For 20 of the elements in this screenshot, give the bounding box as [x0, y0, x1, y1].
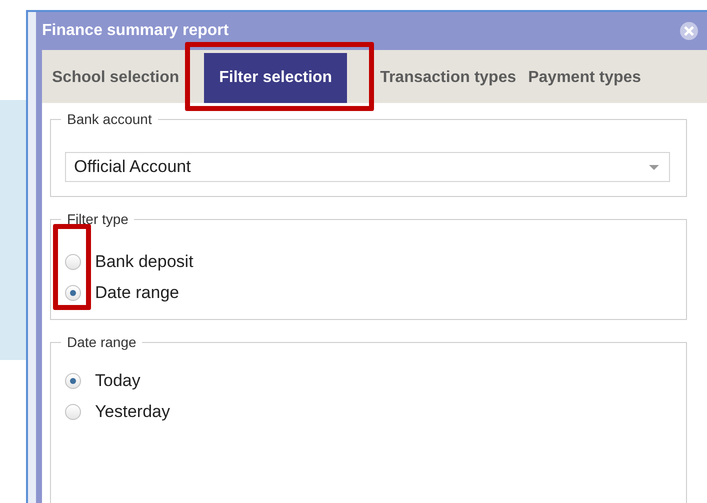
close-icon[interactable] — [679, 21, 699, 41]
radio-label: Today — [95, 371, 140, 391]
radio-label: Date range — [95, 283, 180, 303]
radio-button[interactable] — [65, 254, 81, 270]
tab[interactable]: School selection — [46, 53, 186, 103]
fieldset-legend: Date range — [61, 334, 142, 350]
radio-button[interactable] — [65, 373, 81, 389]
radio-button[interactable] — [65, 404, 81, 420]
caret-icon — [649, 164, 659, 170]
tab[interactable]: Transaction types — [374, 53, 522, 103]
fieldset-legend: Bank account — [61, 111, 158, 127]
radio-button[interactable] — [65, 285, 81, 301]
tab[interactable]: Filter selection — [204, 53, 348, 103]
dropdown-value: Official Account — [74, 157, 191, 177]
tab[interactable]: Payment types — [522, 53, 648, 103]
dialog-title: Finance summary report — [42, 22, 229, 40]
fieldset-legend: Filter type — [61, 211, 134, 227]
radio-label: Yesterday — [95, 402, 170, 422]
radio-label: Bank deposit — [95, 252, 194, 272]
dropdown-field[interactable]: Official Account — [65, 152, 670, 182]
